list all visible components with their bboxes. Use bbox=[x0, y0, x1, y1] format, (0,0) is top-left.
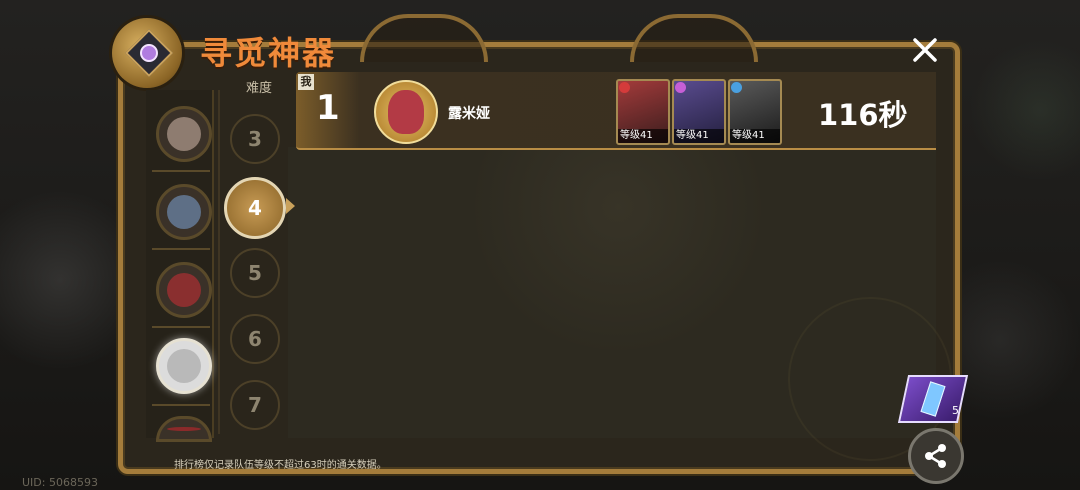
hero-level: 等级41 bbox=[730, 129, 780, 143]
share-button[interactable] bbox=[908, 428, 964, 484]
boss-list bbox=[146, 90, 214, 442]
selected-indicator-icon bbox=[286, 198, 295, 214]
difficulty-button[interactable]: 5 bbox=[230, 248, 280, 298]
difficulty-button-selected[interactable]: 4 bbox=[224, 177, 286, 239]
hero-portrait[interactable]: 等级41 bbox=[672, 79, 726, 145]
boss-item-selected[interactable] bbox=[156, 338, 212, 394]
boss-item[interactable] bbox=[156, 184, 212, 240]
avatar[interactable] bbox=[374, 80, 438, 144]
uid-text: UID: 5068593 bbox=[22, 476, 98, 489]
crystal-icon bbox=[920, 381, 946, 417]
boss-item[interactable] bbox=[156, 416, 212, 442]
hero-portrait[interactable]: 等级41 bbox=[616, 79, 670, 145]
artifact-emblem-icon bbox=[112, 18, 182, 88]
me-badge: 我 bbox=[298, 74, 314, 90]
difficulty-label: 难度 bbox=[246, 81, 273, 96]
hero-level: 等级41 bbox=[618, 129, 668, 143]
close-icon bbox=[913, 38, 937, 62]
difficulty-button[interactable]: 6 bbox=[230, 314, 280, 364]
hero-level: 等级41 bbox=[674, 129, 724, 143]
page-title: 寻觅神器 bbox=[200, 34, 337, 72]
difficulty-column: 难度 3 4 5 6 7 bbox=[218, 72, 295, 438]
leaderboard-list-area bbox=[288, 147, 952, 461]
item-count: 5 bbox=[952, 404, 959, 417]
difficulty-button[interactable]: 3 bbox=[230, 114, 280, 164]
footer-note: 排行榜仅记录队伍等级不超过63时的通关数据。 bbox=[174, 460, 387, 471]
close-button[interactable] bbox=[905, 30, 945, 70]
boss-item[interactable] bbox=[156, 262, 212, 318]
player-name: 露米娅 bbox=[448, 106, 490, 122]
rank-number: 1 bbox=[316, 88, 340, 128]
clear-time: 116秒 bbox=[818, 98, 908, 132]
difficulty-button[interactable]: 7 bbox=[230, 380, 280, 430]
boss-item[interactable] bbox=[156, 106, 212, 162]
hero-portrait[interactable]: 等级41 bbox=[728, 79, 782, 145]
share-icon bbox=[925, 444, 946, 468]
